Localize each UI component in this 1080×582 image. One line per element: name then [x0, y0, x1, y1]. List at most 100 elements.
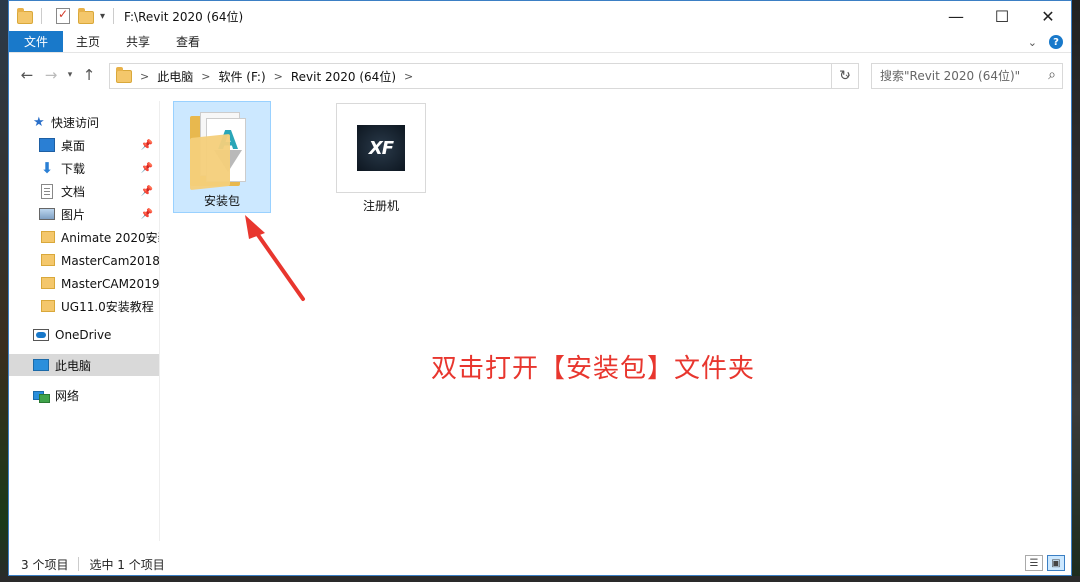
close-button[interactable]: ✕	[1025, 1, 1071, 31]
sidebar-item-label: 图片	[61, 207, 86, 222]
pin-icon: 📌	[140, 162, 153, 174]
tab-share[interactable]: 共享	[113, 31, 163, 52]
breadcrumb-this-pc[interactable]: 此电脑	[157, 68, 193, 85]
ribbon-tabs: 文件 主页 共享 查看 ⌄ ?	[9, 31, 1071, 53]
maximize-button[interactable]: ☐	[979, 1, 1025, 31]
view-switcher: ☰ ▣	[1025, 555, 1065, 571]
document-icon	[41, 183, 53, 199]
xf-app-icon: XF	[357, 125, 405, 171]
file-name: 注册机	[362, 199, 399, 213]
breadcrumb-drive-f[interactable]: 软件 (F:)	[218, 68, 265, 85]
desktop-icon	[39, 138, 55, 152]
breadcrumb-separator-icon[interactable]: >	[140, 70, 149, 83]
onedrive-icon	[33, 329, 49, 341]
network-icon	[33, 389, 50, 403]
sidebar-item-network[interactable]: 网络	[9, 384, 159, 406]
desktop-background-bottom	[0, 576, 1080, 582]
sidebar-item-label: OneDrive	[55, 328, 112, 342]
pin-icon: 📌	[140, 185, 153, 197]
sidebar-item-quick-access[interactable]: ★ 快速访问	[9, 111, 159, 133]
explorer-window: ▾ F:\Revit 2020 (64位) — ☐ ✕ 文件 主页 共享 查看 …	[8, 0, 1072, 576]
up-button[interactable]: ↑	[77, 63, 101, 87]
sidebar-item-this-pc[interactable]: 此电脑	[9, 354, 159, 376]
sidebar-item-label: 文档	[61, 184, 86, 199]
status-bar: 3 个项目 选中 1 个项目 ☰ ▣	[9, 553, 1071, 575]
tab-file[interactable]: 文件	[9, 31, 64, 52]
instruction-annotation: 双击打开【安装包】文件夹	[431, 354, 756, 384]
sidebar-item-label: MasterCam2018安	[61, 253, 159, 268]
sidebar-item-mastercam-2019[interactable]: MasterCAM2019安	[9, 272, 159, 294]
sidebar-item-ug11[interactable]: UG11.0安装教程	[9, 295, 159, 317]
toolbar-separator	[41, 8, 42, 24]
help-icon[interactable]: ?	[1049, 35, 1063, 49]
pin-icon: 📌	[140, 139, 153, 151]
breadcrumb-separator-icon[interactable]: >	[404, 70, 413, 83]
minimize-button[interactable]: —	[933, 1, 979, 31]
arrow-shaft	[249, 223, 305, 301]
quick-access-folder-icon[interactable]	[17, 8, 33, 24]
breadcrumb-revit-folder[interactable]: Revit 2020 (64位)	[291, 68, 396, 85]
file-item-installer-folder[interactable]: A 安装包	[173, 101, 271, 213]
window-controls: — ☐ ✕	[933, 1, 1071, 31]
pin-icon: 📌	[140, 208, 153, 220]
desktop-background-left	[0, 0, 8, 582]
file-list: A 安装包 XF 注册机 双击打开【安装包】文件夹	[161, 93, 1071, 543]
status-separator	[78, 557, 80, 571]
desktop-background-right	[1072, 0, 1080, 582]
sidebar-item-desktop[interactable]: 桌面 📌	[9, 134, 159, 156]
sidebar-item-label: UG11.0安装教程	[61, 299, 154, 314]
pane-divider[interactable]	[159, 101, 160, 541]
tab-view[interactable]: 查看	[163, 31, 213, 52]
tab-home[interactable]: 主页	[63, 31, 113, 52]
sidebar-item-animate-2020[interactable]: Animate 2020安装	[9, 226, 159, 248]
file-item-keygen[interactable]: XF 注册机	[335, 103, 427, 215]
item-count: 3 个项目	[21, 557, 69, 572]
window-title: F:\Revit 2020 (64位)	[124, 9, 244, 24]
sidebar-item-onedrive[interactable]: OneDrive	[9, 324, 159, 346]
application-thumbnail: XF	[336, 103, 426, 193]
star-icon: ★	[33, 114, 45, 130]
annotation-arrow	[245, 215, 305, 301]
folder-large-icon: A	[190, 112, 254, 191]
sidebar-item-downloads[interactable]: ⬇ 下载 📌	[9, 157, 159, 179]
address-folder-icon	[116, 66, 132, 83]
computer-icon	[33, 359, 49, 371]
search-box[interactable]: ⌕	[871, 63, 1063, 89]
breadcrumb-separator-icon[interactable]: >	[274, 70, 283, 83]
address-bar[interactable]: > 此电脑 > 软件 (F:) > Revit 2020 (64位) > ⌄	[109, 63, 859, 89]
folder-icon	[41, 300, 55, 312]
sidebar-item-pictures[interactable]: 图片 📌	[9, 203, 159, 225]
sidebar-item-label: MasterCAM2019安	[61, 276, 159, 291]
download-icon: ⬇	[40, 159, 54, 177]
expand-ribbon-chevron-icon[interactable]: ⌄	[1028, 36, 1037, 49]
title-bar: ▾ F:\Revit 2020 (64位) — ☐ ✕	[9, 1, 1071, 31]
back-button[interactable]: ←	[15, 63, 39, 87]
sidebar-item-label: Animate 2020安装	[61, 230, 159, 245]
new-folder-icon[interactable]	[78, 8, 94, 24]
large-icons-view-icon[interactable]: ▣	[1047, 555, 1065, 571]
folder-icon	[41, 254, 55, 266]
navigation-pane: ★ 快速访问 桌面 📌 ⬇ 下载 📌 文档 📌 图片 📌 Animate 202…	[9, 101, 159, 541]
refresh-button[interactable]: ↻	[831, 63, 859, 89]
pictures-icon	[39, 208, 55, 220]
properties-check-icon[interactable]	[56, 7, 70, 24]
ribbon-right-controls: ⌄ ?	[1028, 31, 1063, 53]
file-name: 安装包	[203, 194, 240, 208]
customize-toolbar-chevron-icon[interactable]: ▾	[100, 11, 105, 22]
selected-count: 选中 1 个项目	[89, 557, 165, 572]
search-icon[interactable]: ⌕	[1048, 67, 1056, 83]
sidebar-item-documents[interactable]: 文档 📌	[9, 180, 159, 202]
navigation-bar: ← → ▾ ↑ > 此电脑 > 软件 (F:) > Revit 2020 (64…	[9, 59, 1071, 91]
recent-locations-chevron-icon[interactable]: ▾	[63, 63, 77, 87]
sidebar-item-mastercam-2018[interactable]: MasterCam2018安	[9, 249, 159, 271]
sidebar-item-label: 此电脑	[55, 358, 92, 373]
search-input[interactable]	[880, 69, 1040, 83]
sidebar-item-label: 桌面	[61, 138, 86, 153]
sidebar-item-label: 网络	[55, 388, 80, 403]
forward-button[interactable]: →	[39, 63, 63, 87]
details-view-icon[interactable]: ☰	[1025, 555, 1043, 571]
toolbar-separator	[113, 8, 115, 24]
breadcrumb-separator-icon[interactable]: >	[201, 70, 210, 83]
sidebar-item-label: 下载	[61, 161, 86, 176]
sidebar-item-label: 快速访问	[51, 115, 100, 130]
